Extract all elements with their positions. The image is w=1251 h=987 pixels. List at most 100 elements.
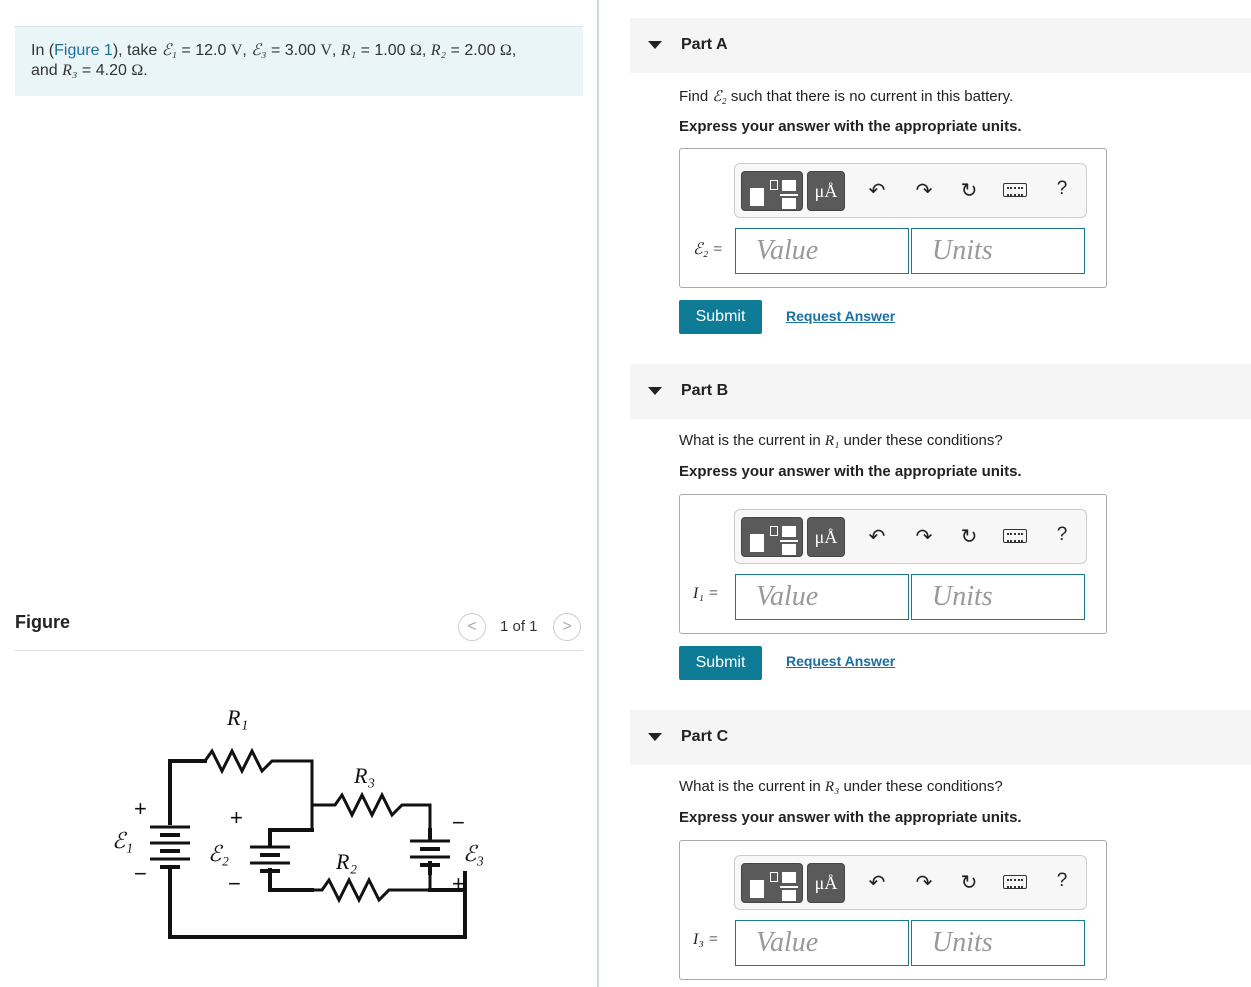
part-c-instruction: Express your answer with the appropriate…: [679, 809, 1022, 826]
problem-text: and: [31, 62, 63, 79]
column-divider: [597, 0, 599, 987]
question-text: under these conditions?: [839, 778, 1003, 795]
part-c-title: Part C: [681, 728, 729, 745]
plus-sign: +: [230, 805, 243, 830]
part-a-question: Find ℰ₂ such that there is no current in…: [679, 87, 1013, 106]
answer-label: ℰ₂ =: [693, 241, 724, 258]
redo-icon[interactable]: ↷: [912, 178, 936, 203]
emf3-label: ℰ₃: [463, 841, 484, 866]
templates-button[interactable]: [741, 171, 803, 211]
problem-statement: In (Figure 1), take ℰ₁ = 12.0 V, ℰ₃ = 3.…: [15, 26, 583, 96]
question-text: such that there is no current in this ba…: [726, 88, 1014, 105]
emf1-unit: V: [230, 42, 243, 59]
r1-unit: Ω: [409, 42, 422, 59]
next-figure-button[interactable]: >: [553, 613, 581, 641]
redo-icon[interactable]: ↷: [912, 524, 936, 549]
help-icon[interactable]: ?: [1050, 870, 1074, 892]
part-a-answer-box: μÅ ↶ ↷ ↻ ? ℰ₂ = Value Units: [679, 148, 1107, 288]
units-input[interactable]: Units: [911, 228, 1085, 274]
part-b-question: What is the current in R₁ under these co…: [679, 432, 1003, 450]
math-toolbar: μÅ ↶ ↷ ↻ ?: [734, 509, 1087, 564]
problem-text: .: [143, 62, 148, 79]
circuit-diagram: R₁ R₃ R₂ ℰ₁ ℰ₂ ℰ₃ + − + − − +: [112, 705, 484, 939]
part-b-answer-box: μÅ ↶ ↷ ↻ ? I₁ = Value Units: [679, 494, 1107, 634]
left-panel: In (Figure 1), take ℰ₁ = 12.0 V, ℰ₃ = 3.…: [0, 0, 598, 987]
math-toolbar: μÅ ↶ ↷ ↻ ?: [734, 163, 1087, 218]
r1-value: = 1.00: [356, 42, 410, 59]
r3-unit: Ω: [131, 62, 144, 79]
value-input[interactable]: Value: [735, 574, 909, 620]
units-button[interactable]: μÅ: [807, 517, 845, 557]
question-text: under these conditions?: [839, 432, 1003, 449]
undo-icon[interactable]: ↶: [865, 178, 889, 203]
part-a-instruction: Express your answer with the appropriate…: [679, 118, 1022, 135]
r1-symbol: R₁: [340, 42, 357, 59]
plus-sign: +: [452, 871, 465, 896]
value-input[interactable]: Value: [735, 920, 909, 966]
previous-figure-button[interactable]: <: [458, 613, 486, 641]
r2-unit: Ω: [499, 42, 512, 59]
answer-label: I₁ =: [693, 585, 719, 602]
math-toolbar: μÅ ↶ ↷ ↻ ?: [734, 855, 1087, 910]
question-text: What is the current in: [679, 432, 825, 449]
keyboard-icon[interactable]: [1003, 529, 1027, 543]
units-button[interactable]: μÅ: [807, 171, 845, 211]
figure-link[interactable]: Figure 1: [54, 42, 113, 59]
units-button[interactable]: μÅ: [807, 863, 845, 903]
emf3-value: = 3.00: [266, 42, 321, 59]
undo-icon[interactable]: ↶: [865, 524, 889, 549]
r3-label: R₃: [353, 763, 375, 788]
collapse-triangle-icon[interactable]: [648, 733, 662, 741]
keyboard-icon[interactable]: [1003, 875, 1027, 889]
part-b-header[interactable]: Part B: [630, 364, 1251, 419]
request-answer-link[interactable]: Request Answer: [786, 653, 895, 669]
plus-sign: +: [134, 796, 147, 821]
r2-symbol: R₂: [430, 42, 447, 59]
reset-icon[interactable]: ↻: [957, 178, 981, 203]
question-text: What is the current in: [679, 778, 825, 795]
r2-label: R₂: [335, 849, 357, 874]
emf1-label: ℰ₁: [112, 828, 133, 853]
undo-icon[interactable]: ↶: [865, 870, 889, 895]
minus-sign: −: [452, 810, 465, 835]
part-a-header[interactable]: Part A: [630, 18, 1251, 73]
minus-sign: −: [134, 861, 147, 886]
collapse-triangle-icon[interactable]: [648, 41, 662, 49]
part-c-header[interactable]: Part C: [630, 710, 1251, 765]
part-a-title: Part A: [681, 36, 728, 53]
answer-label: I₃ =: [693, 931, 719, 948]
question-text: Find: [679, 88, 713, 105]
minus-sign: −: [228, 871, 241, 896]
part-b-instruction: Express your answer with the appropriate…: [679, 463, 1022, 480]
reset-icon[interactable]: ↻: [957, 524, 981, 549]
help-icon[interactable]: ?: [1050, 178, 1074, 200]
emf3-unit: V: [320, 42, 332, 59]
emf1-symbol: ℰ₁: [161, 42, 177, 59]
redo-icon[interactable]: ↷: [912, 870, 936, 895]
emf2-label: ℰ₂: [208, 841, 229, 866]
r2-value: = 2.00: [446, 42, 500, 59]
r3-value: = 4.20: [77, 62, 132, 79]
reset-icon[interactable]: ↻: [957, 870, 981, 895]
submit-button[interactable]: Submit: [679, 646, 762, 680]
units-input[interactable]: Units: [911, 920, 1085, 966]
value-input[interactable]: Value: [735, 228, 909, 274]
figure-page-count: 1 of 1: [500, 618, 538, 635]
units-input[interactable]: Units: [911, 574, 1085, 620]
submit-button[interactable]: Submit: [679, 300, 762, 334]
part-c-answer-box: μÅ ↶ ↷ ↻ ? I₃ = Value Units: [679, 840, 1107, 980]
r3-symbol: R₃: [62, 62, 78, 79]
part-c-question: What is the current in R₃ under these co…: [679, 778, 1003, 796]
keyboard-icon[interactable]: [1003, 183, 1027, 197]
problem-text: In (: [31, 42, 55, 59]
emf1-value: = 12.0: [176, 42, 231, 59]
templates-button[interactable]: [741, 863, 803, 903]
problem-text: ), take: [112, 42, 162, 59]
request-answer-link[interactable]: Request Answer: [786, 308, 895, 324]
part-b-title: Part B: [681, 382, 729, 399]
help-icon[interactable]: ?: [1050, 524, 1074, 546]
figure-heading: Figure: [15, 612, 71, 632]
emf3-symbol: ℰ₃: [251, 42, 267, 59]
templates-button[interactable]: [741, 517, 803, 557]
collapse-triangle-icon[interactable]: [648, 387, 662, 395]
